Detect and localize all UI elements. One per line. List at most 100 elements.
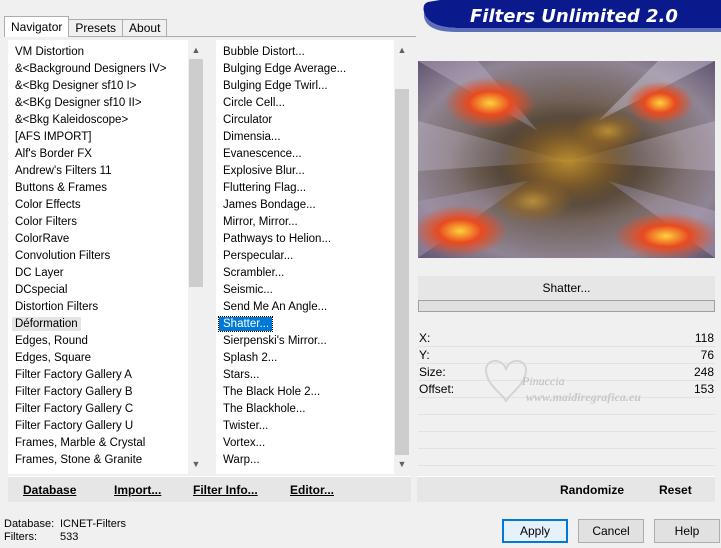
filter-item-label: Bubble Distort...: [223, 46, 305, 58]
filter-item[interactable]: Seismic...: [216, 282, 394, 299]
filter-item[interactable]: Bulging Edge Twirl...: [216, 78, 394, 95]
filter-item[interactable]: Warp...: [216, 452, 394, 469]
filter-item[interactable]: Shatter...: [216, 316, 394, 333]
filter-item-label: Fluttering Flag...: [223, 182, 307, 194]
category-item-label: DC Layer: [15, 267, 64, 279]
category-item-label: Andrew's Filters 11: [15, 165, 112, 177]
filter-item[interactable]: Dimensia...: [216, 129, 394, 146]
category-item[interactable]: Filter Factory Gallery A: [8, 367, 188, 384]
filter-item-label: Sierpenski's Mirror...: [223, 335, 327, 347]
filter-item[interactable]: Send Me An Angle...: [216, 299, 394, 316]
randomize-button[interactable]: Randomize: [560, 483, 624, 497]
scroll-up-icon[interactable]: ▲: [188, 42, 204, 58]
tab-about[interactable]: About: [122, 19, 168, 37]
category-item[interactable]: VM Distortion: [8, 44, 188, 61]
category-item[interactable]: ColorRave: [8, 231, 188, 248]
database-button[interactable]: Database: [23, 483, 76, 497]
tab-navigator[interactable]: Navigator: [4, 16, 70, 37]
category-item-label: &<Bkg Designer sf10 I>: [15, 80, 137, 92]
current-filter-name: Shatter...: [418, 276, 715, 300]
filter-item[interactable]: Explosive Blur...: [216, 163, 394, 180]
filter-info-button[interactable]: Filter Info...: [193, 483, 258, 497]
filter-item[interactable]: James Bondage...: [216, 197, 394, 214]
filter-item[interactable]: Vortex...: [216, 435, 394, 452]
category-item[interactable]: Filter Factory Gallery U: [8, 418, 188, 435]
category-item[interactable]: Color Filters: [8, 214, 188, 231]
filter-item[interactable]: The Black Hole 2...: [216, 384, 394, 401]
category-item[interactable]: Andrew's Filters 11: [8, 163, 188, 180]
filter-scrollbar[interactable]: ▲ ▼: [394, 40, 410, 474]
scroll-thumb[interactable]: [189, 59, 203, 287]
category-item[interactable]: Filter Factory Gallery B: [8, 384, 188, 401]
category-item[interactable]: &<Background Designers IV>: [8, 61, 188, 78]
param-label: Y:: [419, 348, 430, 362]
filter-item[interactable]: Sierpenski's Mirror...: [216, 333, 394, 350]
category-item-label: &<BKg Designer sf10 II>: [15, 97, 142, 109]
filter-item[interactable]: Perspecular...: [216, 248, 394, 265]
filter-item-label: Seismic...: [223, 284, 273, 296]
category-item[interactable]: Buttons & Frames: [8, 180, 188, 197]
reset-button[interactable]: Reset: [659, 483, 692, 497]
category-item[interactable]: Alf's Border FX: [8, 146, 188, 163]
param-value: 118: [694, 331, 714, 345]
filter-item-label: Mirror, Mirror...: [223, 216, 298, 228]
scroll-thumb[interactable]: [395, 89, 409, 455]
category-item-label: Frames, Stone & Granite: [15, 454, 143, 466]
category-item[interactable]: Convolution Filters: [8, 248, 188, 265]
filter-item[interactable]: Splash 2...: [216, 350, 394, 367]
filter-item-label: Shatter...: [217, 316, 274, 332]
category-item[interactable]: Color Effects: [8, 197, 188, 214]
param-row[interactable]: X: 118: [418, 330, 715, 347]
category-item[interactable]: Déformation: [8, 316, 188, 333]
category-item[interactable]: Edges, Round: [8, 333, 188, 350]
filter-item-label: James Bondage...: [223, 199, 316, 211]
control-slider[interactable]: [418, 300, 715, 312]
category-item[interactable]: Filter Factory Gallery C: [8, 401, 188, 418]
filter-item[interactable]: Twister...: [216, 418, 394, 435]
param-label: Size:: [419, 365, 446, 379]
scroll-down-icon[interactable]: ▼: [188, 456, 204, 472]
tab-presets[interactable]: Presets: [68, 19, 124, 37]
filter-item[interactable]: Bubble Distort...: [216, 44, 394, 61]
category-item[interactable]: Distortion Filters: [8, 299, 188, 316]
category-item-label: Filter Factory Gallery B: [15, 386, 133, 398]
category-item[interactable]: DC Layer: [8, 265, 188, 282]
category-list[interactable]: VM Distortion &<Background Designers IV> &…: [8, 40, 204, 474]
param-button-bar: Randomize Reset: [417, 476, 715, 502]
category-item-label: Filter Factory Gallery U: [15, 420, 134, 432]
category-item[interactable]: Edges, Square: [8, 350, 188, 367]
category-item[interactable]: &<Bkg Designer sf10 I>: [8, 78, 188, 95]
category-item[interactable]: &<BKg Designer sf10 II>: [8, 95, 188, 112]
filter-item[interactable]: Bulging Edge Average...: [216, 61, 394, 78]
apply-button[interactable]: Apply: [502, 519, 568, 543]
filters-label: Filters:: [4, 531, 37, 543]
list-button-bar: Database Import... Filter Info... Editor…: [8, 476, 411, 502]
category-item[interactable]: Frames, Stone & Granite: [8, 452, 188, 469]
filter-item[interactable]: Circle Cell...: [216, 95, 394, 112]
category-scrollbar[interactable]: ▲ ▼: [188, 40, 204, 474]
category-items: VM Distortion &<Background Designers IV> &…: [8, 44, 188, 469]
help-button[interactable]: Help: [654, 519, 720, 543]
filter-list[interactable]: Bubble Distort... Bulging Edge Average...…: [216, 40, 410, 474]
filter-item[interactable]: Stars...: [216, 367, 394, 384]
filter-item[interactable]: Scrambler...: [216, 265, 394, 282]
database-label: Database:: [4, 518, 55, 530]
filter-item[interactable]: Fluttering Flag...: [216, 180, 394, 197]
import-button[interactable]: Import...: [114, 483, 161, 497]
filter-item[interactable]: Pathways to Helion...: [216, 231, 394, 248]
scroll-up-icon[interactable]: ▲: [394, 42, 410, 58]
watermark-name: Pinuccia: [522, 374, 565, 388]
filter-item[interactable]: The Blackhole...: [216, 401, 394, 418]
banner-title: Filters Unlimited 2.0: [470, 6, 678, 27]
filter-item[interactable]: Circulator: [216, 112, 394, 129]
category-item[interactable]: [AFS IMPORT]: [8, 129, 188, 146]
category-item[interactable]: DCspecial: [8, 282, 188, 299]
cancel-button[interactable]: Cancel: [578, 519, 644, 543]
filter-item[interactable]: Mirror, Mirror...: [216, 214, 394, 231]
filter-item[interactable]: Evanescence...: [216, 146, 394, 163]
category-item[interactable]: &<Bkg Kaleidoscope>: [8, 112, 188, 129]
editor-button[interactable]: Editor...: [290, 483, 334, 497]
scroll-down-icon[interactable]: ▼: [394, 456, 410, 472]
category-item[interactable]: Frames, Marble & Crystal: [8, 435, 188, 452]
param-label: X:: [419, 331, 431, 345]
